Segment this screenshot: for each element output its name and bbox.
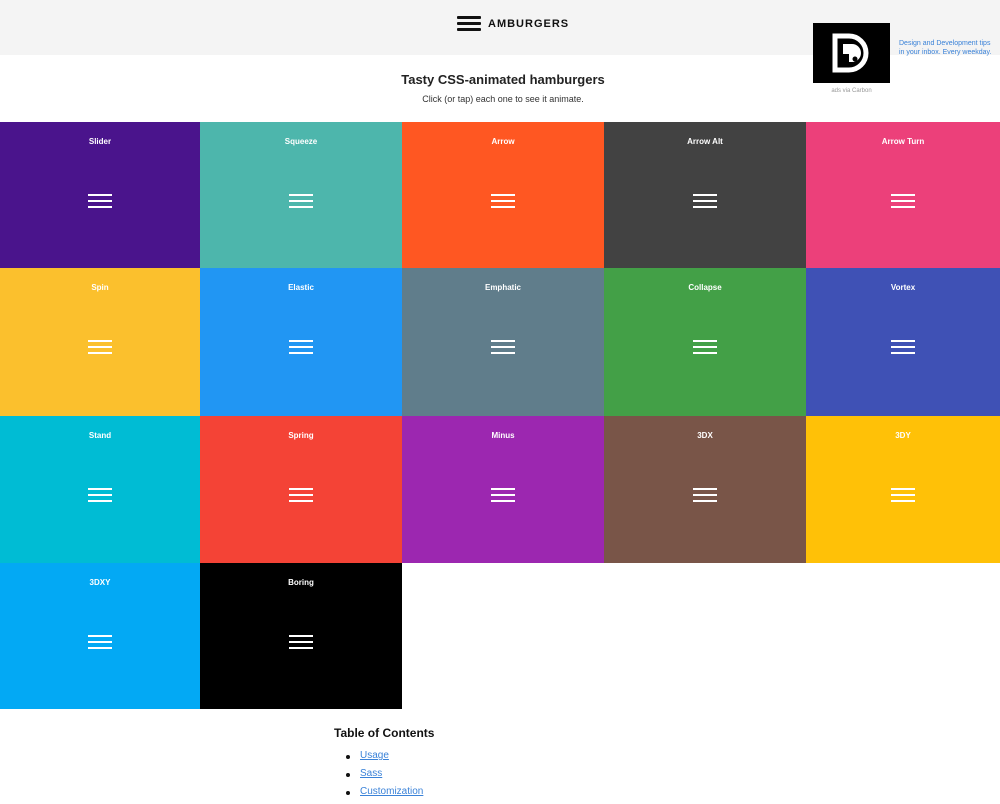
toc-item: Usage [346, 750, 423, 768]
hamburger-tile-3dy[interactable]: 3DY [806, 416, 1000, 563]
toc-list: Usage Sass Customization [346, 750, 423, 804]
hamburger-tile-stand[interactable]: Stand [0, 416, 200, 563]
page-title: Tasty CSS-animated hamburgers [401, 72, 605, 87]
tile-label: Arrow Alt [687, 137, 723, 146]
toc-link-sass[interactable]: Sass [360, 768, 382, 779]
hamburger-icon[interactable] [88, 635, 112, 650]
hamburger-icon[interactable] [88, 340, 112, 355]
hamburger-icon[interactable] [88, 488, 112, 503]
hamburger-icon[interactable] [693, 488, 717, 503]
tile-label: Arrow Turn [881, 137, 925, 146]
hamburger-tile-spring[interactable]: Spring [200, 416, 402, 563]
hamburger-tile-arrow-turn[interactable]: Arrow Turn [806, 122, 1000, 268]
hamburger-icon[interactable] [491, 340, 515, 355]
hamburger-tile-emphatic[interactable]: Emphatic [402, 268, 604, 416]
hamburger-icon[interactable] [491, 194, 515, 209]
ad-text-link[interactable]: Design and Development tips in your inbo… [899, 40, 994, 57]
toc-link-customization[interactable]: Customization [360, 786, 423, 797]
tile-label: Boring [288, 578, 314, 587]
tile-label: Spring [288, 431, 314, 440]
tile-label: Slider [88, 137, 112, 146]
tile-label: Collapse [688, 283, 722, 292]
hamburger-tile-spin[interactable]: Spin [0, 268, 200, 416]
hamburger-icon[interactable] [693, 340, 717, 355]
tile-label: Elastic [288, 283, 314, 292]
hamburger-tile-vortex[interactable]: Vortex [806, 268, 1000, 416]
hamburger-icon[interactable] [289, 194, 313, 209]
toc-link-usage[interactable]: Usage [360, 750, 389, 761]
tile-label: Arrow [491, 137, 515, 146]
toc-item: Sass [346, 768, 423, 786]
hamburger-tile-3dx[interactable]: 3DX [604, 416, 806, 563]
tile-label: 3DXY [89, 578, 111, 587]
hamburger-icon[interactable] [289, 340, 313, 355]
hamburger-tile-elastic[interactable]: Elastic [200, 268, 402, 416]
hamburger-icon[interactable] [891, 194, 915, 209]
hamburger-icon[interactable] [491, 488, 515, 503]
tile-label: Squeeze [284, 137, 318, 146]
tile-label: Vortex [890, 283, 916, 292]
toc-title: Table of Contents [334, 726, 435, 740]
tile-label: Spin [91, 283, 109, 292]
hamburger-icon[interactable] [289, 635, 313, 650]
hamburger-tile-squeeze[interactable]: Squeeze [200, 122, 402, 268]
tile-label: Stand [88, 431, 112, 440]
tile-label: 3DY [895, 431, 911, 440]
hamburger-tile-3dxy[interactable]: 3DXY [0, 563, 200, 709]
hamburger-tile-collapse[interactable]: Collapse [604, 268, 806, 416]
hamburger-icon[interactable] [891, 340, 915, 355]
hamburger-tile-arrow-alt[interactable]: Arrow Alt [604, 122, 806, 268]
brand-text: AMBURGERS [488, 18, 570, 30]
hamburger-tile-boring[interactable]: Boring [200, 563, 402, 709]
tile-label: Minus [491, 431, 515, 440]
hamburger-icon[interactable] [891, 488, 915, 503]
hamburger-tile-minus[interactable]: Minus [402, 416, 604, 563]
tile-label: Emphatic [484, 283, 521, 292]
toc-item: Customization [346, 786, 423, 804]
tile-label: 3DX [697, 431, 713, 440]
hamburger-icon [457, 16, 481, 32]
hamburger-icon[interactable] [88, 194, 112, 209]
hamburger-tile-arrow[interactable]: Arrow [402, 122, 604, 268]
hamburger-icon[interactable] [289, 488, 313, 503]
hamburger-tile-slider[interactable]: Slider [0, 122, 200, 268]
hamburger-icon[interactable] [693, 194, 717, 209]
brand-link[interactable]: AMBURGERS [457, 16, 569, 32]
page-subtitle: Click (or tap) each one to see it animat… [422, 94, 584, 104]
